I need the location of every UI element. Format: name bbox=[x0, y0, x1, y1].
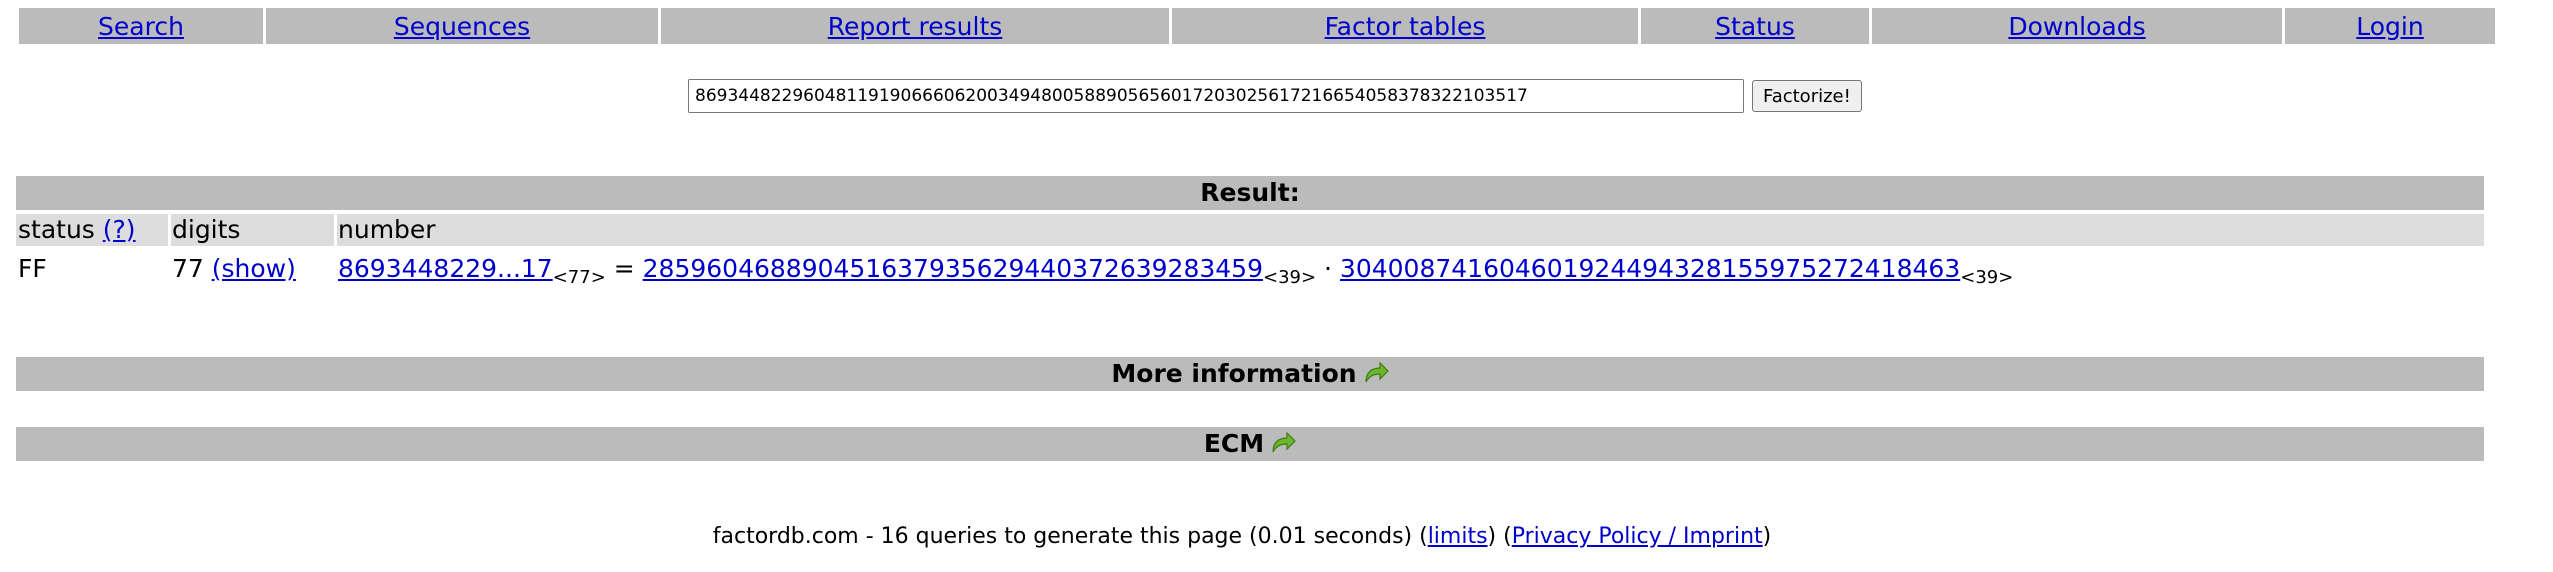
footer: factordb.com - 16 queries to generate th… bbox=[0, 524, 2484, 549]
nav-bar: Search Sequences Report results Factor t… bbox=[16, 8, 2498, 44]
factor-2-digit-count: <39> bbox=[1960, 267, 2014, 288]
number-column-header: number bbox=[338, 215, 436, 244]
number-cell: 8693448229...17<77> = 285960468890451637… bbox=[338, 252, 2013, 295]
more-information-bar[interactable]: More information bbox=[16, 357, 2484, 391]
footer-separator: ) ( bbox=[1487, 524, 1512, 549]
nav-item-status: Status bbox=[1641, 8, 1869, 44]
status-value: FF bbox=[18, 254, 47, 283]
footer-text: factordb.com - 16 queries to generate th… bbox=[712, 524, 1428, 549]
equals-sign: = bbox=[613, 254, 635, 283]
show-digits-link[interactable]: (show) bbox=[212, 254, 296, 283]
number-link[interactable]: 8693448229...17 bbox=[338, 254, 553, 283]
privacy-policy-link[interactable]: Privacy Policy / Imprint bbox=[1512, 524, 1763, 549]
footer-close: ) bbox=[1762, 524, 1772, 549]
nav-item-sequences: Sequences bbox=[266, 8, 658, 44]
digits-value: 77 bbox=[172, 254, 204, 283]
nav-link-factor-tables[interactable]: Factor tables bbox=[1325, 12, 1486, 41]
digits-column-header: digits bbox=[172, 215, 241, 244]
factorize-form: Factorize! bbox=[688, 78, 1862, 114]
factorize-button[interactable]: Factorize! bbox=[1752, 80, 1862, 112]
multiply-sign: · bbox=[1324, 254, 1332, 283]
nav-item-report-results: Report results bbox=[661, 8, 1169, 44]
column-divider bbox=[168, 214, 171, 246]
green-curved-arrow-icon bbox=[1363, 359, 1389, 383]
status-header-label: status bbox=[18, 215, 95, 244]
nav-item-factor-tables: Factor tables bbox=[1172, 8, 1638, 44]
nav-link-sequences[interactable]: Sequences bbox=[394, 12, 530, 41]
more-information-label: More information bbox=[1111, 359, 1357, 388]
nav-item-login: Login bbox=[2285, 8, 2495, 44]
nav-item-search: Search bbox=[19, 8, 263, 44]
factor-1-digit-count: <39> bbox=[1262, 267, 1317, 288]
nav-link-search[interactable]: Search bbox=[98, 12, 184, 41]
ecm-label: ECM bbox=[1203, 429, 1265, 458]
limits-link[interactable]: limits bbox=[1428, 524, 1488, 549]
result-table-header: status (?) digits number bbox=[16, 214, 2484, 246]
nav-link-status[interactable]: Status bbox=[1715, 12, 1795, 41]
nav-link-downloads[interactable]: Downloads bbox=[2008, 12, 2145, 41]
factor-2-link[interactable]: 304008741604601924494328155975272418463 bbox=[1340, 254, 1960, 283]
nav-item-downloads: Downloads bbox=[1872, 8, 2282, 44]
status-column-header: status (?) bbox=[18, 214, 136, 246]
green-curved-arrow-icon bbox=[1270, 429, 1297, 453]
result-heading: Result: bbox=[16, 176, 2484, 210]
nav-link-report-results[interactable]: Report results bbox=[828, 12, 1003, 41]
ecm-bar[interactable]: ECM bbox=[16, 427, 2484, 461]
result-row: FF 77 (show) 8693448229...17<77> = 28596… bbox=[16, 252, 2484, 292]
number-input[interactable] bbox=[688, 79, 1744, 113]
nav-link-login[interactable]: Login bbox=[2356, 12, 2423, 41]
digits-cell: 77 (show) bbox=[172, 252, 296, 286]
column-divider bbox=[334, 214, 337, 246]
factor-1-link[interactable]: 285960468890451637935629440372639283459 bbox=[643, 254, 1263, 283]
number-digit-count: <77> bbox=[552, 267, 606, 288]
status-help-link[interactable]: (?) bbox=[103, 215, 136, 244]
